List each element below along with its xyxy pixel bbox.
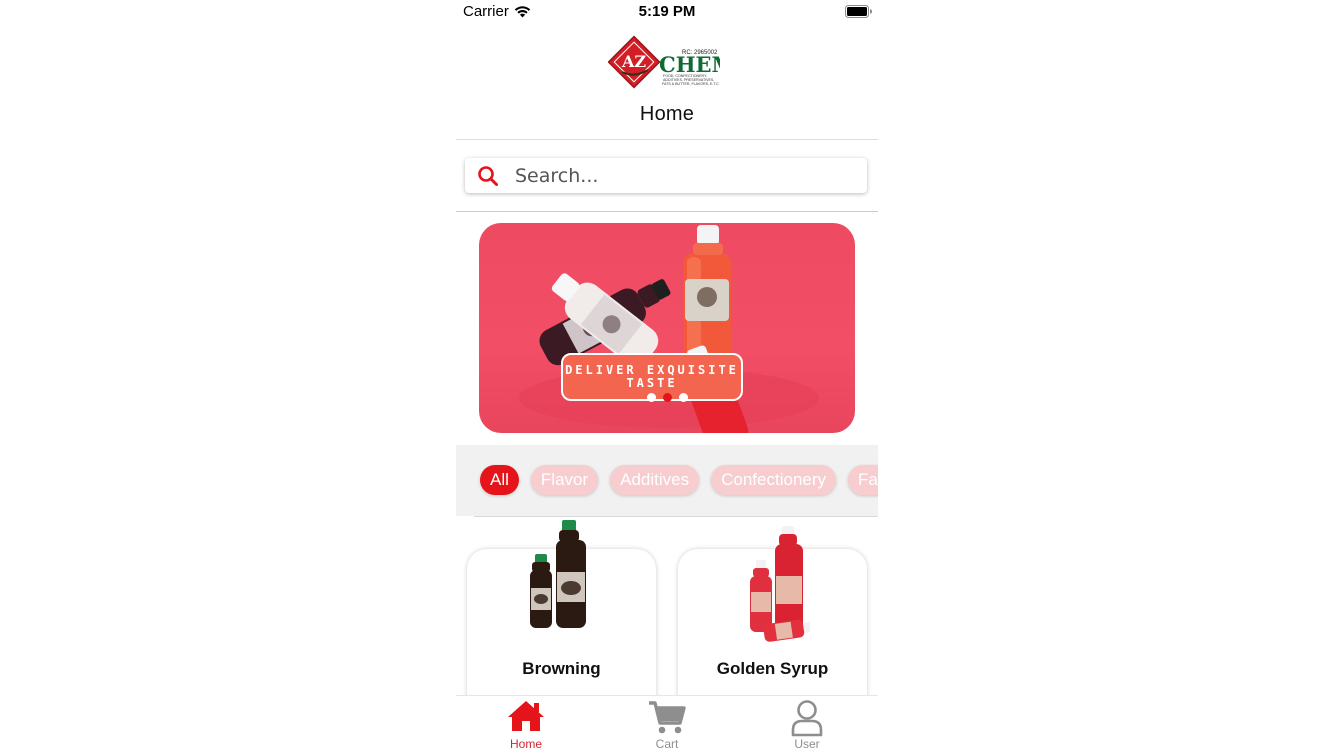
category-chip-flavor[interactable]: Flavor: [530, 465, 599, 495]
tab-home-label: Home: [509, 737, 542, 750]
app-screen: Carrier 5:19 PM AZ CHEM RC: 2965002 FOOD…: [456, 0, 878, 750]
category-chip-fats[interactable]: Fats: [848, 465, 878, 495]
search-icon[interactable]: [477, 165, 499, 187]
banner-caption-line-2: TASTE: [626, 376, 678, 390]
logo-reg: RC: 2965002: [682, 50, 718, 56]
tab-cart[interactable]: Cart: [597, 696, 737, 750]
home-icon[interactable]: [506, 699, 546, 733]
carousel-dots: [647, 393, 688, 402]
search-bar[interactable]: [465, 158, 867, 193]
logo-mark: AZ: [621, 52, 646, 71]
logo-tagline-3: FATS & BUTTER, FLAVORS, E.T.C: [662, 82, 719, 86]
search-input[interactable]: [515, 161, 855, 190]
category-chip-additives[interactable]: Additives: [610, 465, 700, 495]
search-divider: [456, 211, 878, 212]
tab-bar: Home Cart User: [456, 695, 878, 750]
header-divider: [456, 139, 878, 140]
tab-user[interactable]: User: [737, 696, 877, 750]
carousel-dot[interactable]: [647, 393, 656, 402]
carousel-dot-active[interactable]: [663, 393, 672, 402]
category-chip-confectionery[interactable]: Confectionery: [711, 465, 837, 495]
cart-icon[interactable]: [647, 699, 687, 735]
tab-cart-label: Cart: [655, 737, 679, 750]
status-time: 5:19 PM: [638, 3, 696, 20]
product-image-browning: [530, 520, 586, 628]
status-bar: Carrier 5:19 PM: [456, 0, 878, 24]
category-chip-all[interactable]: All: [480, 465, 519, 495]
page-title: Home: [639, 103, 695, 125]
tab-home[interactable]: Home: [456, 696, 596, 750]
tab-user-label: User: [794, 737, 820, 750]
promo-banner[interactable]: DELIVER EXQUISITE TASTE: [479, 223, 855, 433]
product-image-golden-syrup: [750, 526, 810, 642]
product-name: Browning: [522, 659, 601, 678]
category-strip[interactable]: All Flavor Additives Confectionery Fats: [456, 445, 878, 516]
category-chips: All Flavor Additives Confectionery Fats: [480, 465, 878, 495]
brand-logo: AZ CHEM RC: 2965002 FOOD, CONFECTIONERY,…: [607, 32, 735, 92]
battery-icon: [845, 5, 872, 18]
user-icon[interactable]: [790, 699, 824, 737]
carousel-dot[interactable]: [679, 393, 688, 402]
product-name: Golden Syrup: [716, 659, 829, 678]
